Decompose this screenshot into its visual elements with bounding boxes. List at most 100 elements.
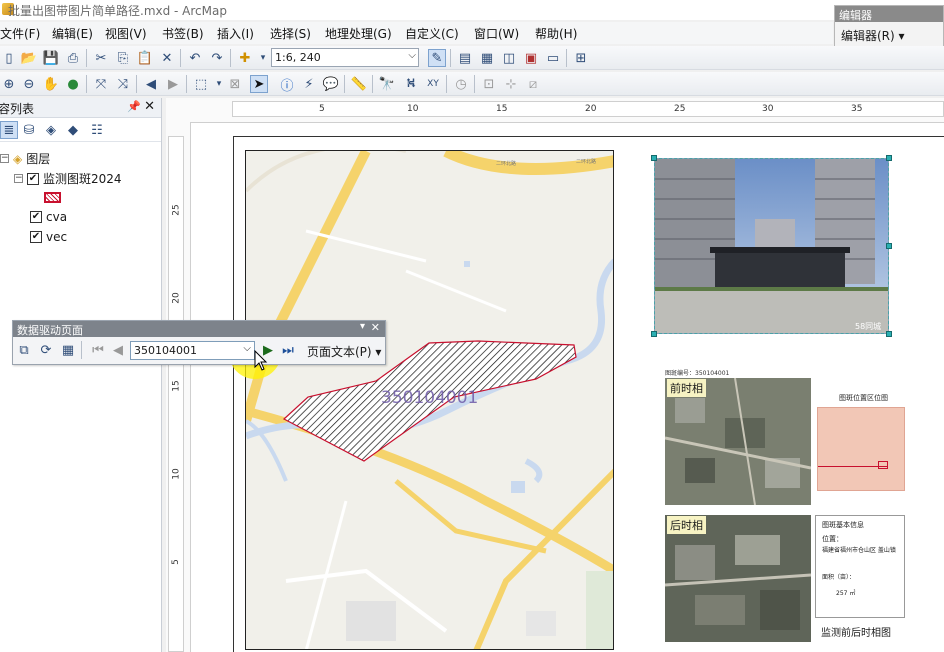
delete-icon[interactable]: ✕ (158, 49, 176, 67)
cut-icon[interactable]: ✂ (92, 49, 110, 67)
layers-group-row[interactable]: − ◈ 图层 (0, 150, 50, 167)
refresh-pages-icon[interactable]: ⟳ (37, 341, 55, 359)
go-to-xy-icon[interactable]: XY (424, 75, 442, 93)
zoom-out-icon[interactable]: ⊖ (20, 75, 38, 93)
layer-visibility-checkbox[interactable]: ✔ (27, 172, 39, 185)
open-folder-icon[interactable]: 📂 (20, 49, 38, 67)
table-of-contents: 内容列表 📌 ✕ ≣ ⛁ ◈ ◆ ☷ − ◈ 图层 − ✔ 监测图斑2024 ✔… (0, 98, 162, 652)
last-page-icon[interactable]: ⏭ (279, 341, 297, 359)
menu-insert[interactable]: 插入(I) (217, 25, 254, 42)
toolbar-options-icon[interactable]: ▾ (360, 321, 365, 332)
collapse-icon[interactable]: − (0, 154, 9, 163)
arctoolbox-icon[interactable]: ▣ (522, 49, 540, 67)
layer-row-vec[interactable]: ✔ vec (30, 230, 67, 244)
layout-view[interactable]: 5 10 15 20 25 30 35 25 20 15 10 5 二环北路 二… (166, 98, 944, 652)
building-photo: 58同城 (655, 159, 888, 333)
layer-row-monitor[interactable]: − ✔ 监测图斑2024 (14, 170, 122, 187)
hatched-polygon-legend-icon (44, 192, 61, 203)
menu-windows[interactable]: 窗口(W) (474, 25, 519, 42)
pan-icon[interactable]: ✋ (42, 75, 60, 93)
options-icon[interactable]: ☷ (88, 121, 106, 139)
selection-handle[interactable] (886, 243, 892, 249)
magnifier-icon[interactable]: ⊹ (502, 75, 520, 93)
menu-view[interactable]: 视图(V) (105, 25, 147, 42)
selection-handle[interactable] (886, 331, 892, 337)
layout-page[interactable]: 二环北路 二环北路 350104001 58同城 图斑编号：350104001 … (190, 122, 944, 652)
close-icon[interactable]: ✕ (144, 99, 155, 114)
save-icon[interactable]: 💾 (42, 49, 60, 67)
list-by-selection-icon[interactable]: ◆ (64, 121, 82, 139)
menu-customize[interactable]: 自定义(C) (405, 25, 459, 42)
back-arrow-icon[interactable]: ◀ (142, 75, 160, 93)
editor-menu-button[interactable]: 编辑器(R) ▾ (841, 27, 905, 44)
ddp-title-bar[interactable]: 数据驱动页面 ▾ ✕ (13, 321, 385, 337)
site-photo[interactable]: 58同城 (654, 158, 889, 334)
attribute-table-icon[interactable]: ▦ (59, 341, 77, 359)
menu-help[interactable]: 帮助(H) (535, 25, 577, 42)
list-by-visibility-icon[interactable]: ◈ (42, 121, 60, 139)
create-viewer-icon[interactable]: ⊡ (480, 75, 498, 93)
parcel-label: 350104001 (381, 388, 478, 408)
page-selector[interactable]: 350104001 ⌵ (130, 341, 255, 360)
find-route-icon[interactable]: ⛕ (402, 75, 420, 93)
copy-icon[interactable]: ⎘ (114, 49, 132, 67)
clear-selection-icon[interactable]: ⊠ (226, 75, 244, 93)
layer-row-cva[interactable]: ✔ cva (30, 210, 67, 224)
search-window-icon[interactable]: ◫ (500, 49, 518, 67)
page-text-menu[interactable]: 页面文本(P) ▾ (307, 343, 381, 360)
fixed-zoom-in-icon[interactable]: ⤧ (92, 75, 110, 93)
redo-icon[interactable]: ↷ (208, 49, 226, 67)
list-by-source-icon[interactable]: ⛁ (20, 121, 38, 139)
pin-icon[interactable]: 📌 (127, 100, 141, 113)
chevron-down-icon[interactable]: ⌵ (408, 50, 416, 61)
new-doc-icon[interactable]: ▯ (0, 49, 18, 67)
first-page-icon[interactable]: ⏮ (89, 341, 107, 359)
time-slider-icon[interactable]: ◷ (452, 75, 470, 93)
layers-icon: ◈ (13, 151, 23, 166)
identify-icon[interactable]: ⓘ (278, 75, 296, 94)
collapse-icon[interactable]: − (14, 174, 23, 183)
menu-edit[interactable]: 编辑(E) (52, 25, 93, 42)
selection-handle[interactable] (651, 155, 657, 161)
list-by-drawing-order-icon[interactable]: ≣ (0, 121, 18, 139)
ruler-tick: 5 (170, 559, 181, 565)
swipe-icon[interactable]: ⧄ (524, 75, 542, 93)
fixed-zoom-out-icon[interactable]: ⤨ (114, 75, 132, 93)
measure-icon[interactable]: 📏 (350, 75, 368, 93)
html-popup-icon[interactable]: 💬 (322, 75, 340, 93)
add-data-icon[interactable]: ✚ (236, 49, 254, 67)
menu-bookmarks[interactable]: 书签(B) (162, 25, 204, 42)
catalog-icon[interactable]: ▦ (478, 49, 496, 67)
python-window-icon[interactable]: ▭ (544, 49, 562, 67)
hyperlink-icon[interactable]: ⚡ (300, 75, 318, 93)
layer-visibility-checkbox[interactable]: ✔ (30, 231, 42, 243)
print-icon[interactable]: ⎙ (64, 49, 82, 67)
menu-file[interactable]: 文件(F) (0, 25, 40, 42)
undo-icon[interactable]: ↶ (186, 49, 204, 67)
menu-geoprocessing[interactable]: 地理处理(G) (325, 25, 392, 42)
forward-arrow-icon[interactable]: ▶ (164, 75, 182, 93)
zoom-in-icon[interactable]: ⊕ (0, 75, 18, 93)
page-setup-icon[interactable]: ⧉ (15, 341, 33, 359)
paste-icon[interactable]: 📋 (136, 49, 154, 67)
layer-visibility-checkbox[interactable]: ✔ (30, 211, 42, 223)
toc-toolbar: ≣ ⛁ ◈ ◆ ☷ (0, 118, 161, 142)
editor-toolbar-toggle-icon[interactable]: ✎ (428, 49, 446, 67)
info-title: 图斑基本信息 (822, 521, 864, 529)
selection-handle[interactable] (886, 155, 892, 161)
toc-title: 内容列表 (0, 102, 35, 116)
model-builder-icon[interactable]: ⊞ (572, 49, 590, 67)
full-extent-icon[interactable]: ● (64, 75, 82, 93)
close-icon[interactable]: ✕ (371, 321, 380, 334)
select-features-icon[interactable]: ⬚ (192, 75, 210, 93)
map-scale-input[interactable]: 1:6, 240 ⌵ (271, 48, 419, 67)
selection-handle[interactable] (651, 331, 657, 337)
select-elements-icon[interactable]: ➤ (250, 75, 268, 93)
find-icon[interactable]: 🔭 (378, 75, 396, 93)
chevron-down-icon[interactable]: ▾ (254, 49, 272, 67)
chevron-down-icon[interactable]: ⌵ (243, 343, 251, 354)
table-of-contents-icon[interactable]: ▤ (456, 49, 474, 67)
previous-page-icon[interactable]: ◀ (109, 341, 127, 359)
menu-selection[interactable]: 选择(S) (270, 25, 311, 42)
main-map-frame[interactable]: 二环北路 二环北路 350104001 (245, 150, 614, 650)
